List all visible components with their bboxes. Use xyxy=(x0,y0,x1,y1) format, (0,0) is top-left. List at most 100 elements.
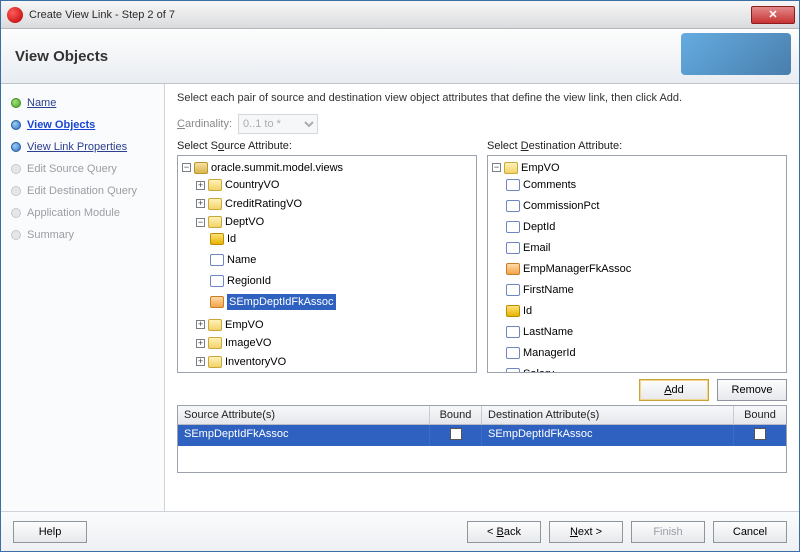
collapse-icon[interactable]: − xyxy=(196,218,205,227)
add-button[interactable]: Add xyxy=(639,379,709,401)
step-edit-source-query[interactable]: Edit Source Query xyxy=(7,158,160,180)
cardinality-label: Cardinality: xyxy=(177,118,232,130)
main-panel: Select each pair of source and destinati… xyxy=(165,84,799,511)
step-nav: Name View Objects View Link Properties E… xyxy=(1,84,165,511)
tree-node[interactable]: Comments xyxy=(523,177,576,193)
collapse-icon[interactable]: − xyxy=(492,163,501,172)
source-tree-label: Select Source Attribute: xyxy=(177,140,477,152)
tree-node[interactable]: EmpVO xyxy=(521,160,560,176)
cardinality-select[interactable]: 0..1 to * xyxy=(238,114,318,134)
tree-node[interactable]: RegionId xyxy=(227,273,271,289)
step-application-module[interactable]: Application Module xyxy=(7,202,160,224)
tree-node[interactable]: DeptId xyxy=(523,219,555,235)
tree-node[interactable]: EmpManagerFkAssoc xyxy=(523,261,631,277)
attribute-icon xyxy=(506,200,520,212)
tree-node[interactable]: FirstName xyxy=(523,282,574,298)
step-edit-destination-query[interactable]: Edit Destination Query xyxy=(7,180,160,202)
attribute-icon xyxy=(506,368,520,374)
header-art-icon xyxy=(681,33,791,75)
checkbox-icon[interactable] xyxy=(450,428,462,440)
add-remove-row: Add Remove xyxy=(177,379,787,401)
key-icon xyxy=(506,305,520,317)
attributes-grid: Source Attribute(s) Bound Destination At… xyxy=(177,405,787,473)
next-button[interactable]: Next > xyxy=(549,521,623,543)
col-source: Source Attribute(s) xyxy=(178,406,430,424)
wizard-window: Create View Link - Step 2 of 7 ✕ View Ob… xyxy=(0,0,800,552)
attribute-icon xyxy=(506,179,520,191)
wizard-header: View Objects xyxy=(1,29,799,84)
expand-icon[interactable]: + xyxy=(196,199,205,208)
expand-icon[interactable]: + xyxy=(196,320,205,329)
attribute-icon xyxy=(506,347,520,359)
expand-icon[interactable]: + xyxy=(196,339,205,348)
titlebar: Create View Link - Step 2 of 7 ✕ xyxy=(1,1,799,29)
attribute-icon xyxy=(506,284,520,296)
step-view-objects[interactable]: View Objects xyxy=(7,114,160,136)
col-bound-src: Bound xyxy=(430,406,482,424)
tree-node[interactable]: Id xyxy=(227,231,236,247)
tree-node[interactable]: Id xyxy=(523,303,532,319)
dest-tree-label: Select Destination Attribute: xyxy=(487,140,787,152)
expand-icon[interactable]: + xyxy=(196,181,205,190)
tree-node[interactable]: InventoryVO xyxy=(225,354,286,370)
tree-node[interactable]: CountryVO xyxy=(225,177,279,193)
col-bound-dst: Bound xyxy=(734,406,786,424)
viewobject-icon xyxy=(208,179,222,191)
destination-tree[interactable]: − EmpVO Comments CommissionPct DeptId Ema… xyxy=(487,155,787,373)
attribute-icon xyxy=(210,275,224,287)
source-tree-col: Select Source Attribute: − oracle.summit.… xyxy=(177,140,477,373)
remove-button[interactable]: Remove xyxy=(717,379,787,401)
cancel-button[interactable]: Cancel xyxy=(713,521,787,543)
source-tree[interactable]: − oracle.summit.model.views + CountryVO + C… xyxy=(177,155,477,373)
cell-dest: SEmpDeptIdFkAssoc xyxy=(482,425,734,446)
cardinality-row: Cardinality: 0..1 to * xyxy=(177,114,787,134)
app-icon xyxy=(7,7,23,23)
viewobject-icon xyxy=(208,356,222,368)
viewobject-icon xyxy=(208,198,222,210)
tree-node-selected[interactable]: SEmpDeptIdFkAssoc xyxy=(227,294,336,310)
tree-node[interactable]: Name xyxy=(227,252,256,268)
help-button[interactable]: Help xyxy=(13,521,87,543)
tree-node[interactable]: Email xyxy=(523,240,551,256)
cell-source: SEmpDeptIdFkAssoc xyxy=(178,425,430,446)
viewobject-icon xyxy=(208,337,222,349)
tree-node[interactable]: DeptVO xyxy=(225,214,264,230)
tree-node[interactable]: CommissionPct xyxy=(523,198,599,214)
tree-node[interactable]: EmpVO xyxy=(225,317,264,333)
viewobject-icon xyxy=(504,162,518,174)
viewobject-icon xyxy=(208,216,222,228)
finish-button[interactable]: Finish xyxy=(631,521,705,543)
page-title: View Objects xyxy=(15,48,108,65)
tree-node[interactable]: ManagerId xyxy=(523,345,576,361)
tree-node[interactable]: oracle.summit.model.views xyxy=(211,160,343,176)
assoc-icon xyxy=(210,296,224,308)
cell-bound-src xyxy=(430,425,482,446)
checkbox-icon[interactable] xyxy=(754,428,766,440)
attribute-icon xyxy=(506,326,520,338)
col-dest: Destination Attribute(s) xyxy=(482,406,734,424)
tree-node[interactable]: Salary xyxy=(523,366,554,374)
cell-bound-dst xyxy=(734,425,786,446)
wizard-footer: Help < Back Next > Finish Cancel xyxy=(1,511,799,551)
tree-node[interactable]: ImageVO xyxy=(225,335,271,351)
grid-header: Source Attribute(s) Bound Destination At… xyxy=(178,406,786,425)
wizard-body: Name View Objects View Link Properties E… xyxy=(1,84,799,511)
instruction-text: Select each pair of source and destinati… xyxy=(177,92,787,104)
collapse-icon[interactable]: − xyxy=(182,163,191,172)
step-summary[interactable]: Summary xyxy=(7,224,160,246)
window-title: Create View Link - Step 2 of 7 xyxy=(29,9,751,21)
step-name[interactable]: Name xyxy=(7,92,160,114)
viewobject-icon xyxy=(208,319,222,331)
tree-node[interactable]: LastName xyxy=(523,324,573,340)
step-view-link-properties[interactable]: View Link Properties xyxy=(7,136,160,158)
back-button[interactable]: < Back xyxy=(467,521,541,543)
close-button[interactable]: ✕ xyxy=(751,6,795,24)
attribute-icon xyxy=(506,221,520,233)
dest-tree-col: Select Destination Attribute: − EmpVO Com… xyxy=(487,140,787,373)
key-icon xyxy=(210,233,224,245)
grid-row[interactable]: SEmpDeptIdFkAssoc SEmpDeptIdFkAssoc xyxy=(178,425,786,446)
tree-node[interactable]: ItemAuditVO xyxy=(225,372,287,373)
assoc-icon xyxy=(506,263,520,275)
tree-node[interactable]: CreditRatingVO xyxy=(225,196,302,212)
expand-icon[interactable]: + xyxy=(196,357,205,366)
